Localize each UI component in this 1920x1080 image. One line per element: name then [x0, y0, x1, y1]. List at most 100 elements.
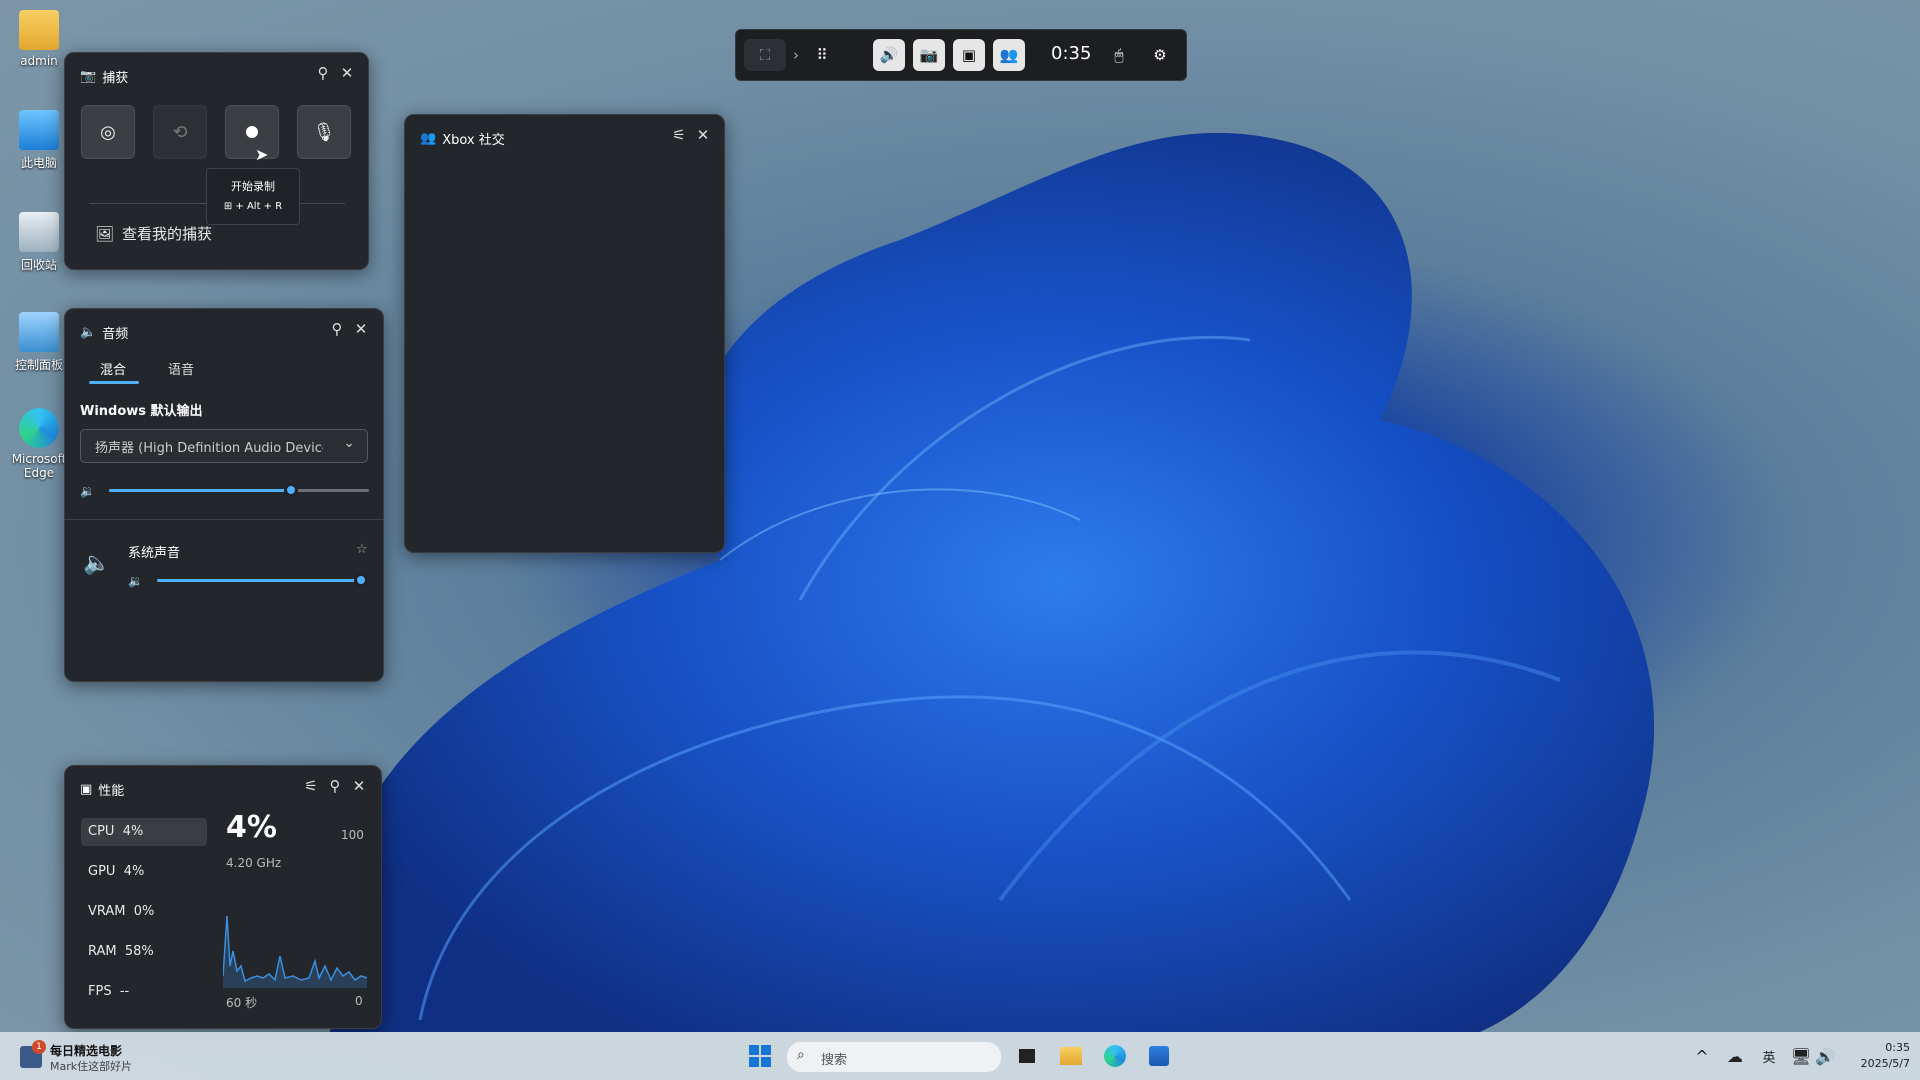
cpu-big-value: 4% — [226, 810, 277, 845]
edge-icon — [1104, 1045, 1126, 1067]
people-icon: 👥 — [999, 46, 1019, 64]
options-button[interactable]: ⚟ — [669, 125, 689, 145]
camera-icon: 📷 — [80, 69, 97, 84]
game-bar: ⛶ › ⠿ 🔊 📷 ▣ 👥 0:35 🖱 ⚙ — [735, 29, 1187, 81]
mouse-icon: 🖱 — [1114, 46, 1124, 64]
news-title: 每日精选电影 — [50, 1044, 123, 1058]
desktop-icon-control-panel[interactable]: 控制面板 — [8, 312, 70, 373]
input-method-indicator[interactable]: 英 — [1758, 1042, 1780, 1070]
tab-mix[interactable]: 混合 — [100, 359, 126, 378]
search-icon: ⌕ — [797, 1047, 805, 1063]
speaker-icon: 🔉 — [80, 484, 95, 498]
audio-widget-button[interactable]: 🔊 — [873, 39, 905, 71]
edge-icon — [19, 408, 59, 448]
network-button[interactable]: 🖥 — [1790, 1042, 1812, 1070]
cpu-usage-line — [223, 915, 367, 983]
record-last-button[interactable]: ⟲ — [153, 105, 207, 159]
cloud-off-icon: ☁ — [1727, 1046, 1743, 1066]
clock[interactable]: 0:35 2025/5/7 — [1850, 1040, 1910, 1072]
output-device-select[interactable]: 扬声器 (High Definition Audio Device) ⌄ — [80, 429, 368, 463]
grid-icon: ⠿ — [816, 46, 828, 64]
pin-button[interactable]: ⚲ — [313, 63, 333, 83]
windows-key-icon: ⊞ — [223, 201, 233, 212]
recycle-bin-icon — [19, 212, 59, 252]
output-device-value: 扬声器 (High Definition Audio Device) — [95, 441, 323, 456]
tab-voice[interactable]: 语音 — [168, 359, 194, 378]
performance-panel: ▣ 性能 ⚟ ⚲ ✕ CPU 4% GPU 4% VRAM 0% RAM 58%… — [64, 765, 382, 1029]
search-box[interactable]: ⌕ 搜索 — [786, 1041, 1002, 1073]
metric-fps[interactable]: FPS -- — [81, 978, 207, 1006]
start-recording-button[interactable] — [225, 105, 279, 159]
close-button[interactable]: ✕ — [337, 63, 357, 83]
close-icon: ✕ — [354, 320, 368, 338]
pin-icon: ⚲ — [329, 777, 341, 795]
widgets-grid-button[interactable]: ⠿ — [806, 39, 838, 71]
search-placeholder: 搜索 — [821, 1053, 848, 1068]
tooltip-shortcut: ⊞ + Alt + R — [223, 201, 283, 212]
speaker-icon: 🔈 — [80, 325, 97, 340]
onedrive-status[interactable]: ☁ — [1724, 1042, 1746, 1070]
edge-taskbar-button[interactable] — [1101, 1042, 1129, 1070]
desktop-icon-admin[interactable]: admin — [8, 10, 70, 68]
metric-cpu[interactable]: CPU 4% — [81, 818, 207, 846]
camera-icon: 📷 — [919, 46, 939, 64]
view-captures-link[interactable]: 🖼 查看我的捕获 — [95, 223, 212, 244]
app-volume-slider[interactable] — [157, 573, 368, 589]
mic-off-icon: 🎙 — [312, 121, 336, 143]
metric-vram[interactable]: VRAM 0% — [81, 898, 207, 926]
cpu-frequency: 4.20 GHz — [226, 856, 282, 870]
pin-icon: ⚲ — [317, 64, 329, 82]
folder-icon — [19, 10, 59, 50]
file-explorer-button[interactable] — [1057, 1042, 1085, 1070]
capture-panel: 📷 捕获 ⚲ ✕ ◎ ⟲ 🎙 🖼 查看我的捕获 开始录制 ⊞ + Alt + R… — [64, 52, 369, 270]
audio-panel: 🔈 音频 ⚲ ✕ 混合 语音 Windows 默认输出 扬声器 (High De… — [64, 308, 384, 682]
desktop-icon-recycle-bin[interactable]: 回收站 — [8, 212, 70, 273]
tooltip-title: 开始录制 — [231, 180, 275, 193]
output-label: Windows 默认输出 — [80, 404, 203, 419]
monitor-icon — [19, 110, 59, 150]
metric-ram[interactable]: RAM 58% — [81, 938, 207, 966]
pin-button[interactable]: ⚲ — [327, 319, 347, 339]
cpu-usage-graph — [223, 915, 367, 988]
news-widget[interactable]: 1 每日精选电影 Mark住这部好片 — [16, 1040, 176, 1074]
xbox-social-panel: 👥 Xbox 社交 ⚟ ✕ — [404, 114, 725, 553]
desktop-icon-this-pc[interactable]: 此电脑 — [8, 110, 70, 171]
start-button[interactable] — [746, 1042, 774, 1070]
volume-button[interactable]: 🔊 — [1814, 1042, 1836, 1070]
mouse-cursor-icon: ➤ — [255, 145, 269, 164]
show-hidden-icons-button[interactable]: ^ — [1693, 1042, 1711, 1070]
options-button[interactable]: ⚟ — [301, 776, 321, 796]
capture-widget-button[interactable]: 📷 — [913, 39, 945, 71]
favorite-star-icon[interactable]: ☆ — [356, 542, 368, 557]
store-button[interactable] — [1145, 1042, 1173, 1070]
desktop-icon-edge[interactable]: Microsoft Edge — [8, 408, 70, 480]
task-view-button[interactable] — [1013, 1042, 1041, 1070]
metric-gpu[interactable]: GPU 4% — [81, 858, 207, 886]
screenshot-button[interactable]: ◎ — [81, 105, 135, 159]
system-sound-icon: 🔈 — [83, 551, 111, 576]
performance-widget-button[interactable]: ▣ — [953, 39, 985, 71]
monitor-icon: ▣ — [961, 46, 977, 64]
settings-button[interactable]: ⚙ — [1144, 39, 1176, 71]
mic-toggle-button[interactable]: 🎙 — [297, 105, 351, 159]
capture-panel-title: 📷 捕获 — [80, 69, 129, 86]
xbox-social-widget-button[interactable]: 👥 — [993, 39, 1025, 71]
close-button[interactable]: ✕ — [349, 776, 369, 796]
chevron-down-icon: ⌄ — [343, 435, 355, 451]
divider — [65, 519, 383, 520]
history-icon: ⟲ — [172, 121, 188, 143]
xbox-social-title: 👥 Xbox 社交 — [420, 131, 505, 148]
control-panel-icon — [19, 312, 59, 352]
mouse-button[interactable]: 🖱 — [1103, 39, 1135, 71]
master-volume-slider[interactable] — [109, 483, 369, 499]
close-button[interactable]: ✕ — [351, 319, 371, 339]
widget-menu-button[interactable]: ⛶ — [744, 39, 786, 71]
chevron-right-icon[interactable]: › — [786, 39, 806, 71]
session-timer: 0:35 — [1051, 43, 1092, 64]
sliders-icon: ⚟ — [672, 126, 686, 144]
close-button[interactable]: ✕ — [693, 125, 713, 145]
close-icon: ✕ — [340, 64, 354, 82]
pin-button[interactable]: ⚲ — [325, 776, 345, 796]
task-view-icon — [1019, 1049, 1035, 1063]
sliders-icon: ⚟ — [304, 777, 318, 795]
